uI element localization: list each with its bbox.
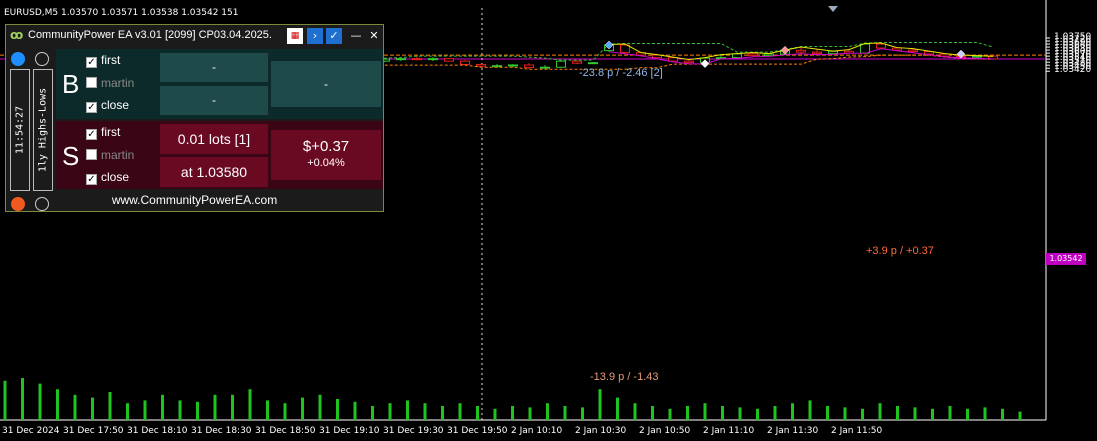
candle-body [572, 60, 582, 64]
buy-close-button[interactable]: - [271, 61, 381, 107]
buy-block: B ✓ first martin ✓ close - - - [56, 49, 383, 119]
time-tick-label: 31 Dec 19:10 [319, 426, 380, 436]
candle-body [828, 50, 838, 55]
candle-body [556, 60, 566, 68]
candle-body [732, 53, 742, 59]
candle-body [540, 66, 550, 69]
time-tick-label: 31 Dec 18:30 [191, 426, 252, 436]
candle-body [444, 58, 454, 62]
time-tick-label: 31 Dec 2024 [2, 426, 60, 436]
buy-first-label: first [101, 53, 121, 67]
highs-lows-box[interactable]: 1ly Highs-Lows [33, 69, 53, 191]
time-tick-label: 2 Jan 11:50 [831, 426, 883, 436]
buy-indicator-circle[interactable] [11, 52, 25, 66]
minimize-icon[interactable]: — [348, 28, 364, 44]
sell-profit: $+0.37 [302, 138, 350, 155]
time-tick-label: 2 Jan 10:30 [575, 426, 627, 436]
checkbox-unchecked-icon [86, 149, 97, 160]
calendar-icon[interactable]: ▦ [287, 28, 303, 44]
clock-box: 11:54:27 [10, 69, 30, 191]
price-tick-label: 1.03420 [1054, 65, 1092, 76]
checkbox-checked-icon: ✓ [86, 174, 97, 185]
candle-body [476, 63, 486, 67]
candle-body [668, 57, 678, 62]
buy-close-label: close [101, 98, 130, 112]
sell-block: S ✓ first martin ✓ close 0.01 lots [1] at … [56, 121, 383, 189]
time-tick-label: 31 Dec 18:10 [127, 426, 188, 436]
clock: 11:54:27 [14, 105, 26, 155]
close-icon[interactable]: ✕ [366, 28, 382, 44]
sell-first-label: first [101, 125, 121, 139]
candle-body [796, 49, 806, 53]
sell-martin-label: martin [101, 148, 135, 162]
candle-body [764, 53, 774, 57]
buy-first-checkbox[interactable]: ✓ first [86, 53, 120, 68]
sell-close-label: close [101, 170, 130, 184]
checkbox-checked-icon: ✓ [86, 102, 97, 113]
time-tick-label: 31 Dec 18:50 [255, 426, 316, 436]
candle-body [908, 49, 918, 53]
candle-body [460, 60, 470, 65]
candle-body [748, 53, 758, 57]
check-icon[interactable]: ✓ [326, 28, 342, 44]
sell-first-checkbox[interactable]: ✓ first [86, 125, 120, 140]
time-tick-label: 2 Jan 10:10 [511, 426, 563, 436]
candle-body [412, 58, 422, 61]
buy-letter: B [62, 69, 80, 99]
candle-body [860, 43, 870, 54]
time-tick-label: 2 Jan 11:10 [703, 426, 755, 436]
sell-profit-percent: +0.04% [307, 157, 345, 169]
sell-close-checkbox[interactable]: ✓ close [86, 170, 129, 185]
chevron-right-icon[interactable]: › [307, 28, 323, 44]
candle-body [940, 53, 950, 57]
candle-body [508, 64, 518, 67]
candle-body [396, 58, 406, 61]
symbol-ohlc-line: EURUSD,M5 1.03570 1.03571 1.03538 1.0354… [4, 8, 239, 18]
cp-logo-icon: ꝏ [10, 28, 24, 42]
sell-price-cell: at 1.03580 [160, 157, 268, 187]
buy-close-checkbox[interactable]: ✓ close [86, 98, 129, 113]
candle-body [876, 43, 886, 49]
panel-footer-link[interactable]: www.CommunityPowerEA.com [6, 189, 383, 211]
panel-title: CommunityPower EA v3.01 [2099] CP03.04.2… [28, 29, 272, 41]
panel-titlebar[interactable]: ꝏ CommunityPower EA v3.01 [2099] CP03.04… [6, 25, 383, 47]
candle-body [812, 51, 822, 55]
sell-lots-cell: 0.01 lots [1] [160, 124, 268, 154]
buy-martin-label: martin [101, 76, 135, 90]
candle-body [684, 60, 694, 64]
scroll-marker-icon [828, 6, 838, 12]
candle-body [892, 47, 902, 51]
buy-basket-annotation: -23.8 p / -2.46 [2] [579, 67, 663, 79]
time-tick-label: 31 Dec 17:50 [63, 426, 124, 436]
time-tick-label: 31 Dec 19:30 [383, 426, 444, 436]
sell-range-annotation: -13.9 p / -1.43 [590, 371, 659, 383]
sell-martin-checkbox[interactable]: martin [86, 148, 134, 162]
sell-letter: S [62, 141, 80, 171]
checkbox-checked-icon: ✓ [86, 57, 97, 68]
time-tick-label: 2 Jan 11:30 [767, 426, 819, 436]
buy-empty-circle[interactable] [35, 52, 49, 66]
candle-body [428, 58, 438, 61]
buy-price-cell: - [160, 86, 268, 115]
checkbox-checked-icon: ✓ [86, 129, 97, 140]
checkbox-unchecked-icon [86, 77, 97, 88]
sell-profit-annotation: +3.9 p / +0.37 [866, 245, 934, 257]
current-price-tag: 1.03542 [1046, 253, 1086, 265]
highs-lows-label: 1ly Highs-Lows [37, 87, 49, 173]
buy-lots-cell: - [160, 53, 268, 82]
sell-close-button[interactable]: $+0.37 +0.04% [271, 130, 381, 180]
time-tick-label: 2 Jan 10:50 [639, 426, 691, 436]
candle-body [492, 65, 502, 68]
ea-panel: ꝏ CommunityPower EA v3.01 [2099] CP03.04… [5, 24, 384, 212]
candle-body [588, 62, 598, 65]
buy-martin-checkbox[interactable]: martin [86, 76, 134, 90]
candle-body [524, 64, 534, 68]
time-tick-label: 31 Dec 19:50 [447, 426, 508, 436]
